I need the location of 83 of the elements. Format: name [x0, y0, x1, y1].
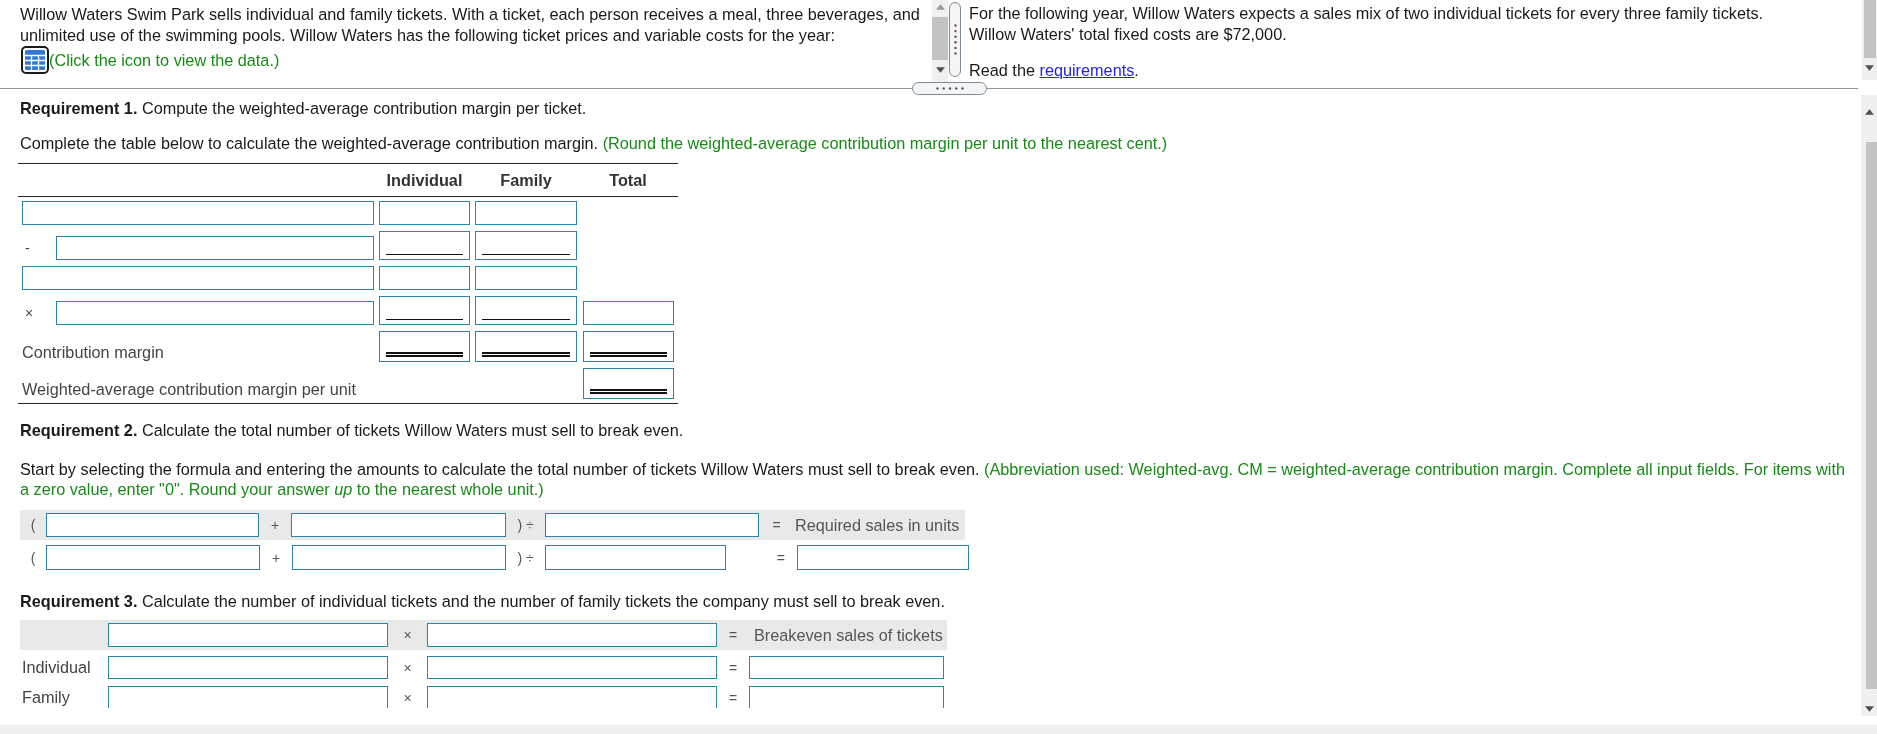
formula-symbol: = [728, 688, 738, 707]
input-field[interactable] [22, 201, 374, 225]
input-field[interactable] [108, 656, 388, 679]
input-field[interactable] [46, 513, 259, 537]
requirement-heading: Requirement 3. Calculate the number of individual tickets and the number of family tickets the company must sell to break even. [20, 591, 946, 611]
formula-label: Breakeven sales of tickets [753, 625, 944, 645]
input-field[interactable] [475, 296, 577, 325]
view-data-hint: (Click the icon to view the data.) [49, 49, 280, 71]
scrollbar-thumb[interactable] [1866, 142, 1877, 689]
formula-symbol: × [403, 688, 412, 707]
formula-symbol: ) ÷ [517, 516, 534, 534]
input-field[interactable] [583, 331, 674, 362]
requirement-heading: Requirement 2. Calculate the total number of tickets Willow Waters must sell to break even. [20, 420, 685, 440]
input-field[interactable] [797, 545, 969, 570]
row-label: Family [22, 688, 70, 706]
requirement-heading: Requirement 1. Compute the weighted-average contribution margin per ticket. [20, 98, 588, 118]
formula-symbol: × [403, 626, 412, 644]
scrollbar[interactable] [1861, 95, 1877, 716]
up-arrow-icon[interactable] [1864, 109, 1874, 115]
input-field[interactable] [749, 686, 944, 708]
down-arrow-icon[interactable] [1865, 65, 1874, 71]
input-field[interactable] [475, 201, 577, 225]
input-field[interactable] [583, 301, 674, 325]
input-field[interactable] [108, 686, 388, 708]
instructions-text: Start by selecting the formula and entering the amounts to calculate the total number of tickets Willow Waters must sell to break even. (Abbreviation used: Weighted-avg. CM = weighted-average contribution margin. Complete all input fields. For items with a zero value, enter "0". Round your answer up to the nearest whole unit.) [20, 459, 1846, 499]
input-field[interactable] [427, 623, 717, 647]
formula-symbol: + [271, 548, 281, 567]
formula-symbol: ( [30, 516, 36, 534]
requirements-link[interactable]: requirements [1039, 61, 1135, 79]
formula-symbol: × [403, 658, 412, 677]
splitter-handle[interactable] [949, 2, 961, 77]
input-field[interactable] [583, 368, 674, 399]
input-field[interactable] [379, 266, 470, 290]
formula-symbol: = [728, 626, 738, 644]
input-field[interactable] [22, 266, 374, 290]
scrollbar[interactable] [932, 0, 948, 82]
formula-symbol: = [728, 658, 738, 677]
formula-symbol: = [776, 548, 785, 567]
problem-text: Willow Waters Swim Park sells individual and family tickets. With a ticket, each person receives a meal, three beverages, and unlimited use of the swimming pools. Willow Waters has the following ticket prices and variable costs for the year: [20, 4, 921, 46]
row-label: Individual [22, 658, 91, 676]
input-field[interactable] [379, 331, 470, 362]
instructions-text: Complete the table below to calculate the weighted-average contribution margin. (Round the weighted-average contribution margin per unit to the nearest cent.) [20, 133, 1169, 153]
down-arrow-icon[interactable] [1864, 706, 1874, 712]
input-field[interactable] [475, 331, 577, 362]
input-field[interactable] [379, 231, 470, 260]
input-field[interactable] [475, 231, 577, 260]
formula-label: Required sales in units [794, 515, 961, 535]
read-requirements-text: Read the requirements. [969, 60, 1140, 81]
info-text: For the following year, Willow Waters expects a sales mix of two individual tickets for every three family tickets. [969, 3, 1765, 24]
row-label: Weighted-average contribution margin per unit [22, 379, 356, 399]
input-field[interactable] [749, 656, 944, 679]
input-field[interactable] [379, 296, 470, 325]
input-field[interactable] [291, 513, 506, 537]
operator-symbol: × [24, 304, 35, 323]
input-field[interactable] [545, 513, 759, 537]
formula-symbol: ) ÷ [517, 548, 534, 567]
formula-symbol: + [270, 516, 280, 534]
row-label: Contribution margin [22, 342, 164, 362]
formula-symbol: ( [30, 548, 36, 567]
input-field[interactable] [475, 266, 577, 290]
scrollbar-thumb[interactable] [1863, 0, 1876, 58]
formula-symbol: = [772, 516, 781, 534]
scrollbar[interactable] [1862, 0, 1877, 80]
input-field[interactable] [427, 686, 717, 708]
input-field[interactable] [46, 545, 260, 570]
down-arrow-icon[interactable] [935, 67, 945, 73]
input-field[interactable] [56, 301, 374, 325]
column-header: Total [608, 170, 648, 190]
info-text: Willow Waters' total fixed costs are $72,000. [969, 24, 1288, 45]
input-field[interactable] [108, 623, 388, 647]
splitter-handle[interactable] [912, 82, 987, 95]
input-field[interactable] [379, 201, 470, 225]
grip-icon [935, 87, 964, 90]
operator-symbol: - [24, 239, 31, 258]
grid-icon[interactable] [21, 46, 49, 74]
column-header: Individual [385, 170, 464, 190]
input-field[interactable] [56, 236, 374, 260]
input-field[interactable] [427, 656, 717, 679]
input-field[interactable] [292, 545, 506, 570]
input-field[interactable] [545, 545, 726, 570]
grip-icon [953, 24, 957, 55]
column-header: Family [499, 170, 553, 190]
scrollbar-thumb[interactable] [932, 17, 948, 60]
